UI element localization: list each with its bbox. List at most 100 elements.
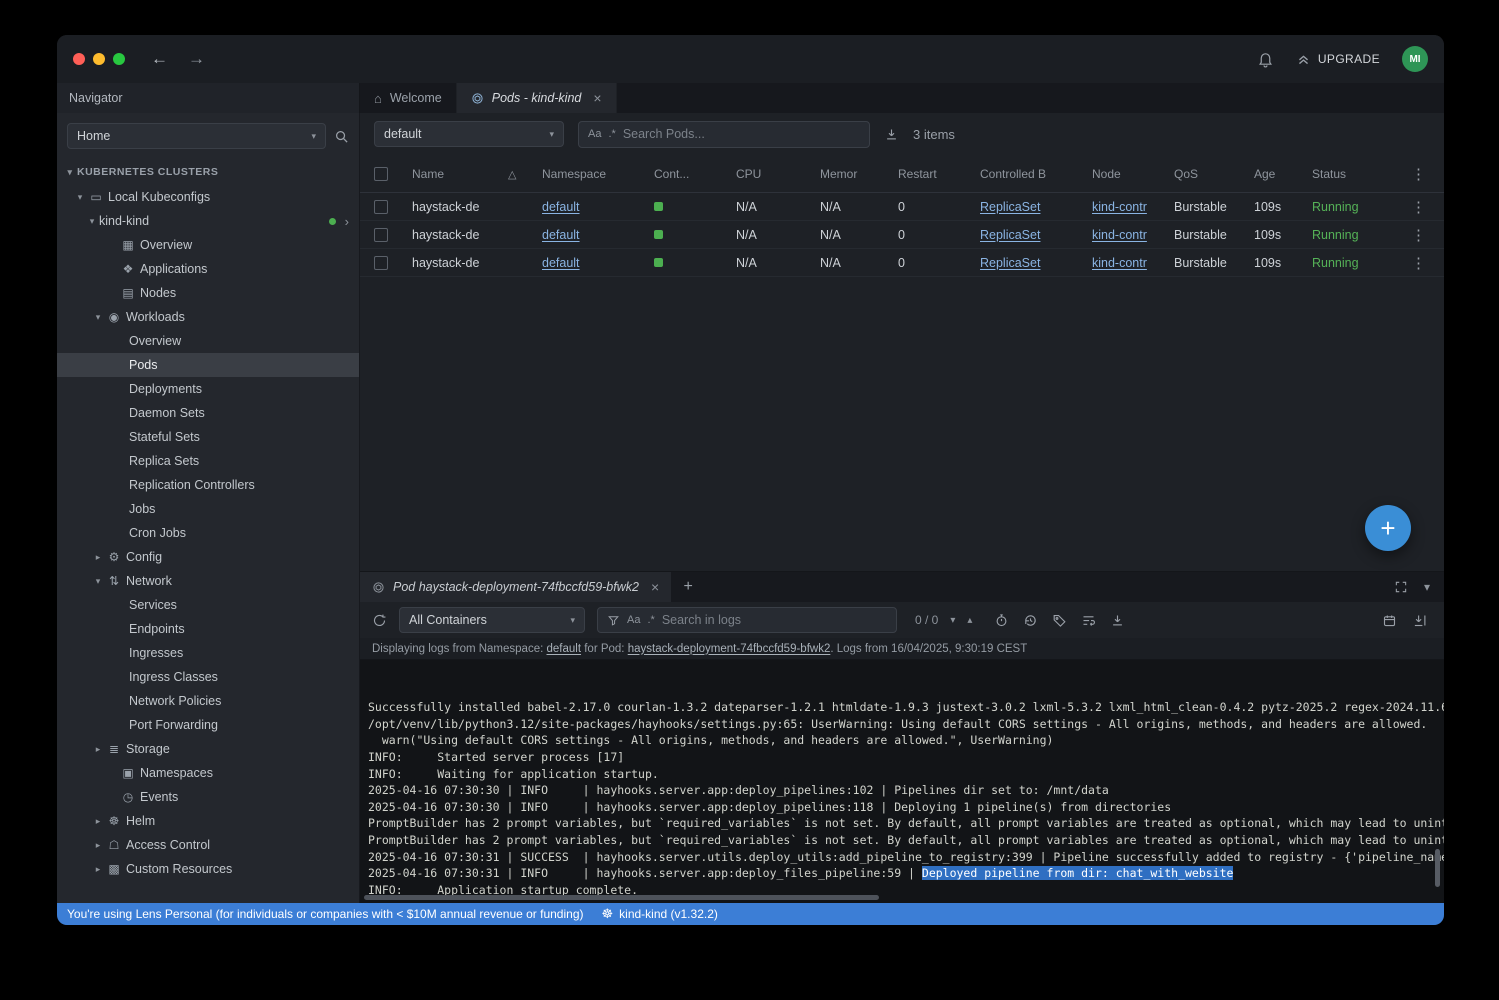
notifications-bell-icon[interactable]: [1257, 51, 1274, 68]
sidebar-item-workloads[interactable]: ▾◉Workloads: [57, 305, 359, 329]
column-namespace[interactable]: Namespace: [542, 167, 654, 181]
chevron-right-icon[interactable]: ▸: [91, 552, 105, 563]
chevron-down-icon[interactable]: ▾: [63, 167, 77, 178]
chevron-down-icon[interactable]: ▾: [91, 576, 105, 587]
regex-toggle[interactable]: .*: [608, 128, 615, 140]
row-menu-icon[interactable]: ⋮: [1411, 199, 1427, 216]
column-restarts[interactable]: Restart: [898, 167, 980, 181]
namespace-link[interactable]: default: [542, 228, 580, 242]
sidebar-item-overview[interactable]: ▦Overview: [57, 233, 359, 257]
jump-to-bottom-icon[interactable]: [1413, 613, 1428, 628]
catalog-select[interactable]: Home ▾: [67, 123, 326, 149]
sidebar-item-endpoints[interactable]: Endpoints: [57, 617, 359, 641]
sidebar-item-deployments[interactable]: Deployments: [57, 377, 359, 401]
namespace-select[interactable]: default ▾: [374, 121, 564, 147]
back-button[interactable]: ←: [151, 49, 168, 69]
row-checkbox[interactable]: [374, 256, 388, 270]
sidebar-item-port-forwarding[interactable]: Port Forwarding: [57, 713, 359, 737]
sidebar-item-applications[interactable]: ❖Applications: [57, 257, 359, 281]
row-checkbox[interactable]: [374, 228, 388, 242]
sidebar-item-access-control[interactable]: ▸☖Access Control: [57, 833, 359, 857]
calendar-icon[interactable]: [1382, 613, 1397, 628]
node-link[interactable]: kind-contr: [1092, 256, 1147, 270]
namespace-link[interactable]: default: [547, 643, 582, 655]
sidebar-item-storage[interactable]: ▸≣Storage: [57, 737, 359, 761]
chevron-down-icon[interactable]: ▾: [91, 312, 105, 323]
namespace-link[interactable]: default: [542, 200, 580, 214]
chevron-right-icon[interactable]: ▸: [91, 816, 105, 827]
download-icon[interactable]: [884, 127, 899, 142]
node-link[interactable]: kind-contr: [1092, 228, 1147, 242]
controlled-by-link[interactable]: ReplicaSet: [980, 228, 1040, 242]
column-name[interactable]: Name: [412, 167, 508, 181]
node-link[interactable]: kind-contr: [1092, 200, 1147, 214]
logs-search-input[interactable]: [662, 613, 887, 627]
namespace-link[interactable]: default: [542, 256, 580, 270]
table-row[interactable]: haystack-dedefaultN/AN/A0ReplicaSetkind-…: [360, 193, 1444, 221]
sidebar-item-replication-controllers[interactable]: Replication Controllers: [57, 473, 359, 497]
column-memory[interactable]: Memor: [820, 167, 898, 181]
table-row[interactable]: haystack-dedefaultN/AN/A0ReplicaSetkind-…: [360, 221, 1444, 249]
upgrade-button[interactable]: UPGRADE: [1296, 52, 1380, 67]
close-logs-tab-icon[interactable]: ×: [651, 579, 659, 595]
sidebar-search-icon[interactable]: [334, 129, 349, 144]
chevron-right-icon[interactable]: ▸: [91, 840, 105, 851]
chevron-down-icon[interactable]: ▾: [73, 192, 87, 203]
select-all-checkbox[interactable]: [374, 167, 388, 181]
sidebar-item-network-policies[interactable]: Network Policies: [57, 689, 359, 713]
tab-pod-logs[interactable]: Pod haystack-deployment-74fbccfd59-bfwk2…: [360, 572, 671, 602]
vertical-scrollbar[interactable]: [1435, 849, 1440, 887]
sidebar-item-kubernetes-clusters[interactable]: ▾KUBERNETES CLUSTERS: [57, 159, 359, 185]
maximize-panel-icon[interactable]: [1394, 580, 1408, 594]
pods-search-input[interactable]: [623, 127, 860, 141]
close-tab-icon[interactable]: ×: [593, 90, 601, 106]
regex-toggle[interactable]: .*: [647, 614, 654, 626]
row-menu-icon[interactable]: ⋮: [1411, 227, 1427, 244]
column-node[interactable]: Node: [1092, 167, 1174, 181]
window-close-button[interactable]: [73, 53, 85, 65]
column-status[interactable]: Status: [1312, 167, 1400, 181]
next-match-icon[interactable]: ▾: [950, 615, 955, 626]
match-case-toggle[interactable]: Aa: [627, 614, 640, 626]
column-qos[interactable]: QoS: [1174, 167, 1254, 181]
sidebar-item-helm[interactable]: ▸☸Helm: [57, 809, 359, 833]
controlled-by-link[interactable]: ReplicaSet: [980, 256, 1040, 270]
pods-search[interactable]: Aa .*: [578, 121, 870, 148]
sidebar-item-events[interactable]: ◷Events: [57, 785, 359, 809]
tab-pods-kind-kind[interactable]: Pods - kind-kind ×: [457, 83, 617, 113]
column-age[interactable]: Age: [1254, 167, 1312, 181]
forward-button[interactable]: →: [188, 49, 205, 69]
horizontal-scrollbar[interactable]: [364, 895, 879, 900]
tab-welcome[interactable]: ⌂ Welcome: [360, 83, 457, 113]
collapse-panel-icon[interactable]: ▾: [1424, 580, 1430, 594]
sidebar-item-network[interactable]: ▾⇅Network: [57, 569, 359, 593]
previous-match-icon[interactable]: ▴: [967, 615, 972, 626]
sidebar-item-local-kubeconfigs[interactable]: ▾▭Local Kubeconfigs: [57, 185, 359, 209]
sidebar-item-ingresses[interactable]: Ingresses: [57, 641, 359, 665]
add-resource-button[interactable]: +: [1365, 505, 1411, 551]
sidebar-item-replica-sets[interactable]: Replica Sets: [57, 449, 359, 473]
row-menu-icon[interactable]: ⋮: [1411, 255, 1427, 272]
sidebar-item-overview[interactable]: Overview: [57, 329, 359, 353]
sidebar-item-daemon-sets[interactable]: Daemon Sets: [57, 401, 359, 425]
chevron-down-icon[interactable]: ▾: [85, 216, 99, 227]
reload-logs-icon[interactable]: [372, 613, 387, 628]
sidebar-item-jobs[interactable]: Jobs: [57, 497, 359, 521]
cluster-status[interactable]: ☸ kind-kind (v1.32.2): [602, 906, 718, 922]
sidebar-item-services[interactable]: Services: [57, 593, 359, 617]
window-minimize-button[interactable]: [93, 53, 105, 65]
sidebar-item-nodes[interactable]: ▤Nodes: [57, 281, 359, 305]
match-case-toggle[interactable]: Aa: [588, 128, 601, 140]
filter-icon[interactable]: [607, 614, 620, 627]
sidebar-item-custom-resources[interactable]: ▸▩Custom Resources: [57, 857, 359, 881]
chevron-right-icon[interactable]: ▸: [91, 744, 105, 755]
column-controlled-by[interactable]: Controlled B: [980, 167, 1092, 181]
row-checkbox[interactable]: [374, 200, 388, 214]
wrap-lines-icon[interactable]: [1081, 613, 1096, 628]
pod-link[interactable]: haystack-deployment-74fbccfd59-bfwk2: [628, 643, 831, 655]
column-containers[interactable]: Cont...: [654, 167, 736, 181]
controlled-by-link[interactable]: ReplicaSet: [980, 200, 1040, 214]
avatar[interactable]: MI: [1402, 46, 1428, 72]
log-output[interactable]: Successfully installed babel-2.17.0 cour…: [360, 660, 1444, 903]
sidebar-item-stateful-sets[interactable]: Stateful Sets: [57, 425, 359, 449]
